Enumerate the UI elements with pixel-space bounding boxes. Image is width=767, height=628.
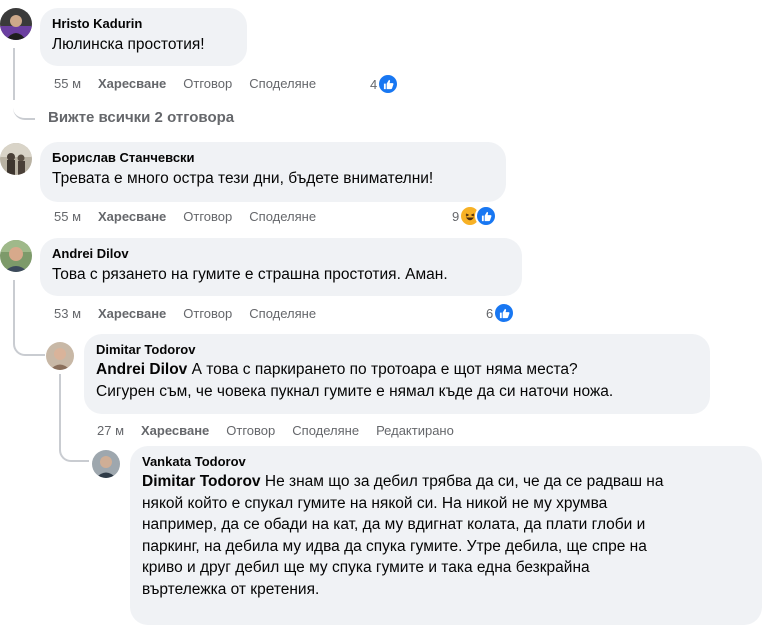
reaction-count: 6 bbox=[486, 305, 494, 321]
share-button[interactable]: Споделяне bbox=[292, 423, 359, 438]
comment-time[interactable]: 53 м bbox=[54, 306, 81, 321]
comment-bubble: Andrei Dilov Това с рязането на гумите е… bbox=[40, 238, 522, 296]
comment-bubble: Борислав Станчевски Тревата е много остр… bbox=[40, 142, 506, 202]
comment-actions: 53 м Харесване Отговор Споделяне bbox=[54, 306, 333, 321]
thread-connector bbox=[13, 96, 35, 120]
avatar[interactable] bbox=[0, 8, 32, 40]
reply-author[interactable]: Vankata Todorov bbox=[142, 454, 750, 469]
reply-text: Dimitar Todorov Не знам що за дебил тряб… bbox=[142, 471, 750, 600]
share-button[interactable]: Споделяне bbox=[249, 209, 316, 224]
comment-text: Люлинска простотия! bbox=[52, 36, 205, 53]
avatar[interactable] bbox=[0, 143, 32, 175]
reply-text-line: въртележка от кретения. bbox=[142, 580, 320, 598]
view-replies-link[interactable]: Вижте всички 2 отговора bbox=[48, 109, 234, 126]
reply-text-line: Сигурен съм, че човека пукнал гумите е н… bbox=[96, 382, 614, 400]
like-button[interactable]: Харесване bbox=[98, 209, 166, 224]
reply-author[interactable]: Dimitar Todorov bbox=[96, 342, 698, 357]
thread-connector bbox=[59, 440, 89, 462]
reaction-count: 9 bbox=[452, 208, 460, 224]
reaction-summary[interactable]: 4 bbox=[370, 73, 400, 95]
comment-time[interactable]: 55 м bbox=[54, 76, 81, 91]
reply-time[interactable]: 27 м bbox=[97, 423, 124, 438]
avatar[interactable] bbox=[0, 240, 32, 272]
comment-text: Това с рязането на гумите е страшна прос… bbox=[52, 266, 448, 283]
comment-author[interactable]: Борислав Станчевски bbox=[52, 150, 494, 165]
reply-text-line: например, да се обади на кат, да му вдиг… bbox=[142, 516, 646, 533]
reply-actions: 27 м Харесване Отговор Споделяне Редакти… bbox=[97, 423, 471, 438]
comment-author[interactable]: Hristo Kadurin bbox=[52, 16, 235, 31]
comment-bubble: Hristo Kadurin Люлинска простотия! bbox=[40, 8, 247, 66]
share-button[interactable]: Споделяне bbox=[249, 306, 316, 321]
like-button[interactable]: Харесване bbox=[98, 306, 166, 321]
mention-link[interactable]: Andrei Dilov bbox=[96, 361, 187, 378]
thread-line bbox=[59, 374, 61, 444]
like-reaction-icon bbox=[475, 205, 498, 227]
reply-button[interactable]: Отговор bbox=[183, 306, 232, 321]
thread-line bbox=[13, 48, 15, 100]
reaction-summary[interactable]: 9 bbox=[452, 205, 498, 227]
reply-text-line: криво и друг дебил ще му спука гумите и … bbox=[142, 559, 590, 576]
thread-connector bbox=[13, 330, 45, 356]
reply-bubble: Dimitar Todorov Andrei Dilov А това с па… bbox=[84, 334, 710, 414]
comment-text: Тревата е много остра тези дни, бъдете в… bbox=[52, 170, 434, 187]
share-button[interactable]: Споделяне bbox=[249, 76, 316, 91]
reply-text: Andrei Dilov А това с паркирането по тро… bbox=[96, 359, 698, 402]
comment-author[interactable]: Andrei Dilov bbox=[52, 246, 510, 261]
like-reaction-icon bbox=[493, 302, 516, 324]
reply-bubble: Vankata Todorov Dimitar Todorov Не знам … bbox=[130, 446, 762, 625]
like-button[interactable]: Харесване bbox=[98, 76, 166, 91]
reaction-summary[interactable]: 6 bbox=[486, 302, 516, 324]
mention-link[interactable]: Dimitar Todorov bbox=[142, 473, 261, 490]
reply-text-line: А това с паркирането по тротоара е щот н… bbox=[187, 361, 578, 378]
like-reaction-icon bbox=[377, 73, 400, 95]
comment-actions: 55 м Харесване Отговор Споделяне bbox=[54, 76, 333, 91]
comment-time[interactable]: 55 м bbox=[54, 209, 81, 224]
reply-button[interactable]: Отговор bbox=[226, 423, 275, 438]
reply-text-line: Не знам що за дебил трябва да си, че да … bbox=[260, 473, 664, 490]
reply-text-line: паркинг, на дебила му идва да спука гуми… bbox=[142, 537, 647, 555]
reply-text-line: някой който е спукал гумите на някой си.… bbox=[142, 494, 608, 512]
reply-button[interactable]: Отговор bbox=[183, 209, 232, 224]
avatar[interactable] bbox=[46, 342, 74, 370]
edited-label: Редактирано bbox=[376, 423, 454, 438]
reply-button[interactable]: Отговор bbox=[183, 76, 232, 91]
comment-actions: 55 м Харесване Отговор Споделяне bbox=[54, 209, 333, 224]
like-button[interactable]: Харесване bbox=[141, 423, 209, 438]
avatar[interactable] bbox=[92, 450, 120, 478]
reaction-count: 4 bbox=[370, 76, 378, 92]
